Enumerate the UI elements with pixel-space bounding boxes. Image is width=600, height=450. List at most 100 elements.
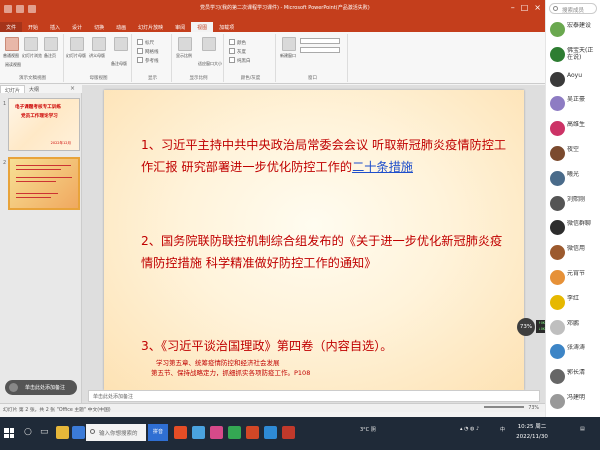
tab-addins[interactable]: 加载项 [213, 22, 240, 32]
quick-access-toolbar [4, 5, 36, 13]
minimize-icon[interactable]: – [511, 3, 515, 12]
participant-item[interactable]: 张涛涛 [546, 341, 600, 363]
slide-thumbnail-2[interactable] [8, 157, 80, 210]
tray-icons[interactable]: ▴ ◔ ◍ ♪ [460, 426, 479, 432]
reading-view-button[interactable]: 阅读视图 [5, 62, 21, 68]
app-icon-orange[interactable] [174, 426, 187, 439]
participant-item[interactable]: 吴正豪 [546, 93, 600, 115]
ime-language-indicator[interactable]: 中 [500, 426, 505, 433]
tab-review[interactable]: 审阅 [169, 22, 191, 32]
normal-view-button[interactable] [5, 37, 19, 51]
tab-outline[interactable]: 大纲 [25, 85, 43, 93]
system-clock[interactable]: 10:25 周二 2022/11/30 [512, 422, 552, 442]
avatar [550, 394, 565, 409]
notification-icon[interactable]: ▤ [580, 426, 585, 432]
participant-item[interactable]: Aoyu [546, 69, 600, 91]
windows-start-icon[interactable] [4, 428, 14, 438]
participant-item[interactable]: 冯建明 [546, 391, 600, 413]
meeting-app-icon[interactable] [264, 426, 277, 439]
new-window-button[interactable] [282, 37, 296, 51]
slide-sorter-button[interactable] [24, 37, 38, 51]
tab-slideshow[interactable]: 幻灯片放映 [132, 22, 169, 32]
slide-item-1-link[interactable]: 二十条措施 [352, 160, 413, 174]
slide-master-button[interactable] [70, 37, 84, 51]
participant-item[interactable]: 夜空 [546, 143, 600, 165]
avatar [550, 96, 565, 112]
tab-file[interactable]: 文件 [0, 22, 23, 32]
tab-view[interactable]: 视图 [191, 22, 214, 32]
fit-window-button[interactable] [202, 37, 216, 51]
search-taskbar-icon[interactable]: ○ [24, 427, 32, 437]
notes-page-label: 备注页 [44, 53, 56, 58]
participant-item[interactable]: 刘熙刚 [546, 193, 600, 215]
participant-item[interactable]: 宏泰建设 [546, 19, 600, 41]
maximize-icon[interactable]: □ [521, 3, 529, 12]
powerpoint-taskbar-icon[interactable] [246, 426, 259, 439]
group-master-views: 幻灯片母版 讲义母版 备注母版 母版视图 [66, 34, 132, 82]
browser-icon[interactable] [72, 426, 85, 439]
participant-item[interactable]: 佛宝天(正在说) [546, 44, 600, 66]
slide-thumbnail-1[interactable]: 电子课题考核专工训练 党员工作理论学习 2022年12月 [8, 98, 80, 151]
status-zoom: 73% [481, 406, 539, 411]
zoom-slider[interactable] [483, 406, 524, 408]
participant-item[interactable]: 微信群聊 [546, 217, 600, 239]
close-icon[interactable]: × [534, 3, 541, 12]
cascade-dropdown[interactable] [300, 47, 340, 53]
group-color: 颜色 灰度 纯黑白 颜色/灰度 [226, 34, 276, 82]
slide-item-3[interactable]: 3、《习近平谈治国理政》第四卷（内容自选）。 [141, 335, 511, 357]
current-slide[interactable]: 1、习近平主持中共中央政治局常委会会议 听取新冠肺炎疫情防控工作汇报 研究部署进… [104, 90, 524, 390]
gridlines-checkbox[interactable]: 网格线 [137, 48, 159, 55]
notes-pane[interactable]: 单击此处添加备注 [88, 390, 540, 402]
tab-transitions[interactable]: 切换 [88, 22, 110, 32]
member-search-input[interactable]: 搜索成员 [549, 3, 597, 14]
participant-item[interactable]: 曦光 [546, 168, 600, 190]
participant-panel: 搜索成员 宏泰建设佛宝天(正在说) Aoyu 吴正豪高维生夜空曦光刘熙刚 微信群聊微信… [545, 0, 600, 417]
taskbar-search-input[interactable]: 输入你想搜索的 [86, 424, 146, 441]
slide-item-1[interactable]: 1、习近平主持中共中央政治局常委会会议 听取新冠肺炎疫情防控工作汇报 研究部署进… [141, 134, 511, 178]
save-icon[interactable] [4, 5, 12, 13]
group-label: 显示 [148, 76, 157, 81]
participant-item[interactable]: 微信用 [546, 242, 600, 264]
task-view-icon[interactable]: ▭ [40, 427, 49, 437]
weather-widget[interactable]: 3°C 阴 [360, 426, 376, 433]
avatar [550, 270, 565, 285]
app-icon-red[interactable] [282, 426, 295, 439]
handout-master-button[interactable] [92, 37, 106, 51]
slide-subitem-2[interactable]: 第五节、保持战略定力，抓细抓实各项防疫工作。P108 [151, 367, 310, 377]
guides-checkbox[interactable]: 参考线 [137, 57, 159, 64]
app-icon-pink[interactable] [210, 426, 223, 439]
participant-item[interactable]: 元宵节 [546, 267, 600, 289]
notes-master-button[interactable] [114, 37, 128, 51]
tab-home[interactable]: 开始 [22, 22, 44, 32]
tab-insert[interactable]: 插入 [44, 22, 66, 32]
color-option[interactable]: 颜色 [229, 39, 246, 46]
grayscale-option[interactable]: 灰度 [229, 48, 246, 55]
arrange-dropdown[interactable] [300, 38, 340, 44]
app-icon-blue[interactable] [192, 426, 205, 439]
ime-button[interactable]: 拼音 [148, 424, 168, 441]
ruler-checkbox[interactable]: 标尺 [137, 39, 154, 46]
tab-slides[interactable]: 幻灯片 [0, 85, 26, 94]
participant-item[interactable]: 高维生 [546, 118, 600, 140]
participant-item[interactable]: 李红 [546, 292, 600, 314]
voice-message-bubble[interactable]: 单击此处添加备注 [5, 380, 77, 395]
ribbon-tabs: 文件 开始 插入 设计 切换 动画 幻灯片放映 审阅 视图 加载项 [0, 22, 545, 32]
slide-item-2[interactable]: 2、国务院联防联控机制综合组发布的《关于进一步优化新冠肺炎疫情防控措施 科学精准… [141, 230, 511, 274]
undo-icon[interactable] [16, 5, 24, 13]
chrome-icon[interactable] [228, 426, 241, 439]
pane-close-icon[interactable]: × [70, 85, 78, 93]
participant-name: 微信用 [567, 245, 586, 253]
participant-item[interactable]: 郭长清 [546, 366, 600, 388]
tab-animations[interactable]: 动画 [110, 22, 132, 32]
black-white-option[interactable]: 纯黑白 [229, 57, 251, 64]
file-explorer-icon[interactable] [56, 426, 69, 439]
redo-icon[interactable] [28, 5, 36, 13]
notes-page-button[interactable] [44, 37, 58, 51]
participant-name: 高维生 [567, 121, 586, 129]
slide-subitem-1[interactable]: 学习第五章、统筹疫情防控和经济社会发展 [156, 357, 280, 367]
participant-item[interactable]: 邓鹏 [546, 317, 600, 339]
zoom-button[interactable] [178, 37, 192, 51]
zoom-level[interactable]: 73% [528, 406, 539, 411]
taskbar-search-placeholder: 输入你想搜索的 [99, 431, 138, 437]
tab-design[interactable]: 设计 [66, 22, 88, 32]
